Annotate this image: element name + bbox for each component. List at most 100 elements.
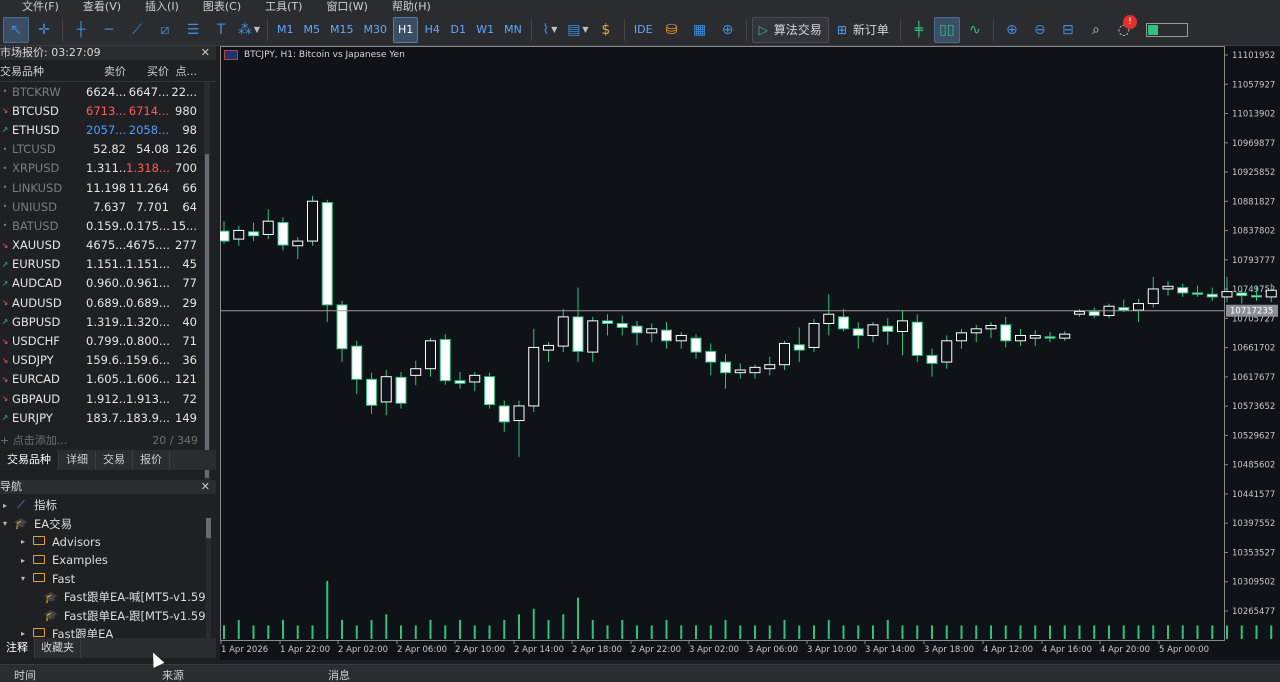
text-tool-button[interactable]: T [208,17,234,43]
col-message[interactable]: 消息 [328,667,350,682]
new-order-button[interactable]: ⊞ 新订单 [831,17,895,43]
timeframe-mn-button[interactable]: MN [500,17,526,43]
price-chart[interactable]: 11101952 11057927 11013902 10969877 10925852… [220,46,1280,660]
navigator-item[interactable]: 🎓 Fast跟单EA-喊[MT5-v1.59] [0,588,210,606]
menu-item[interactable]: 查看(V) [71,0,133,14]
navigator-tab[interactable]: 收藏夹 [35,638,81,658]
timeframe-m30-button[interactable]: M30 [360,17,392,43]
navigator-item[interactable]: ▸ ⟋ 指标 [0,496,210,514]
chevron-right-icon[interactable]: ▸ [18,556,28,565]
col-source[interactable]: 来源 [162,667,184,682]
dot-icon: • [2,183,8,193]
symbol-row[interactable]: ↘ AUDUSD 0.689... 0.689... 29 [0,293,200,312]
menu-item[interactable]: 帮助(H) [380,0,443,14]
column-header[interactable]: 点... [169,63,199,79]
navigator-item[interactable]: ▾ 🎓 EA交易 [0,514,210,532]
bar-chart-button[interactable]: ╪ [906,17,932,43]
tile-windows-button[interactable]: ⊟ [1055,17,1081,43]
navigator-item[interactable]: ▸ Advisors [0,533,210,551]
menu-item[interactable]: 插入(I) [133,0,191,14]
chevron-down-icon[interactable]: ▾ [18,574,28,583]
horizontal-line-button[interactable]: ─ [96,17,122,43]
chevron-down-icon[interactable]: ▾ [0,519,10,528]
indicators-button[interactable]: ⌇ ▼ [537,17,563,43]
col-time[interactable]: 时间 [14,667,36,682]
timeframe-m5-button[interactable]: M5 [300,17,325,43]
symbol-row[interactable]: ↘ EURCAD 1.605... 1.606... 121 [0,370,200,389]
menu-item[interactable]: 文件(F) [0,0,71,14]
chevron-right-icon[interactable]: ▸ [0,501,10,510]
symbol-row[interactable]: • LINKUSD 11.198 11.264 66 [0,178,200,197]
scrollbar-thumb[interactable] [205,154,209,478]
timeframe-m15-button[interactable]: M15 [326,17,358,43]
signals-button[interactable]: ⊕ [715,17,741,43]
templates-button[interactable]: ▤ ▼ [565,17,591,43]
candle-chart-button[interactable]: ▯▯ [933,16,960,43]
algo-trading-button[interactable]: ▷ 算法交易 [751,16,829,43]
candle-bull [557,316,569,347]
chevron-right-icon[interactable]: ▸ [18,537,28,546]
zoom-out-button[interactable]: ⊖ [1027,17,1053,43]
market-button[interactable]: ⛁ [659,17,685,43]
symbol-row[interactable]: ↗ EURJPY 183.7... 183.9... 149 [0,408,200,427]
navigator-item[interactable]: 🎓 Fast跟单EA-跟[MT5-v1.59] [0,606,210,624]
column-header[interactable]: 卖价 [86,63,126,79]
navigator-scrollbar[interactable] [206,518,211,638]
navigator-item[interactable]: ▸ Examples [0,551,210,569]
symbol-row[interactable]: ↘ BTCUSD 6713... 6714... 980 [0,101,200,120]
symbol-row[interactable]: • UNIUSD 7.637 7.701 64 [0,197,200,216]
menu-item[interactable]: 图表(C) [191,0,253,14]
candle-bull [941,340,953,363]
channel-button[interactable]: ⧄ [152,17,178,43]
ide-button[interactable]: IDE [630,17,657,43]
toolbox-header: 时间 来源 消息 [0,664,1280,682]
shapes-button[interactable]: ⁂ ▼ [236,17,262,43]
line-chart-button[interactable]: ∿ [962,17,988,43]
symbol-row[interactable]: ↗ EURUSD 1.151... 1.151... 45 [0,255,200,274]
symbol-row[interactable]: ↗ GBPUSD 1.319... 1.320... 40 [0,312,200,331]
symbol-row[interactable]: ↗ ETHUSD 2057... 2058... 98 [0,120,200,139]
close-icon[interactable]: ✕ [201,480,210,494]
timeframe-w1-button[interactable]: W1 [472,17,498,43]
column-header[interactable]: 买价 [126,63,169,79]
fibonacci-button[interactable]: ☰ [180,17,206,43]
arrow-down-icon: ↘ [1,374,9,384]
zoom-in-button[interactable]: ⊕ [999,17,1025,43]
vertical-line-button[interactable]: ┼ [68,17,94,43]
symbol-row[interactable]: ↘ USDJPY 159.6... 159.6... 36 [0,351,200,370]
vps-button[interactable]: ▦ [687,17,713,43]
symbol-row[interactable]: • LTCUSD 52.82 54.08 126 [0,140,200,159]
notifications-button[interactable]: ◌ ! [1111,14,1137,43]
symbol-row[interactable]: ↗ AUDCAD 0.960... 0.961... 77 [0,274,200,293]
search-button[interactable]: ⌕ [1083,17,1109,43]
spread-cell: 36 [182,353,197,368]
navigator-item[interactable]: ▾ Fast [0,570,210,588]
symbol-row[interactable]: • XRPUSD 1.311... 1.318... 700 [0,159,200,178]
navigator-tab[interactable]: 注释 [0,638,35,658]
close-icon[interactable]: ✕ [201,46,210,60]
symbol-row[interactable]: • BTCKRW 6624... 6647... 22... [0,82,200,101]
timeframe-m1-button[interactable]: M1 [273,17,298,43]
timeframe-d1-button[interactable]: D1 [446,17,470,43]
menu-item[interactable]: 工具(T) [253,0,314,14]
symbol-row[interactable]: ↘ XAUUSD 4675.... 4675.... 277 [0,236,200,255]
timeframe-h1-button[interactable]: H1 [393,16,419,43]
symbol-row[interactable]: ↘ USDCHF 0.799... 0.800... 71 [0,331,200,350]
add-symbol-link[interactable]: + 点击添加... [0,432,67,448]
cursor-tool-button[interactable]: ↖ [3,16,29,43]
market-watch-tab[interactable]: 详细 [59,450,96,470]
scrollbar-thumb[interactable] [206,518,211,538]
symbol-row[interactable]: • BATUSD 0.159... 0.175... 15... [0,216,200,235]
crosshair-tool-button[interactable]: ✛ [31,17,57,43]
market-watch-tab[interactable]: 交易品种 [0,450,59,470]
symbol-row[interactable]: ↘ GBPAUD 1.912... 1.913... 72 [0,389,200,408]
trendline-button[interactable]: ⟋ [124,17,150,43]
menu-item[interactable]: 窗口(W) [314,0,379,14]
chart-window[interactable]: 11101952 11057927 11013902 10969877 10925852… [220,46,1280,660]
market-watch-tab[interactable]: 报价 [133,450,170,470]
dollar-button[interactable]: $ [593,17,619,43]
column-header[interactable]: 交易品种 [0,63,86,79]
timeframe-h4-button[interactable]: H4 [420,17,444,43]
market-watch-tab[interactable]: 交易 [96,450,133,470]
market-watch-scrollbar[interactable] [204,82,210,482]
